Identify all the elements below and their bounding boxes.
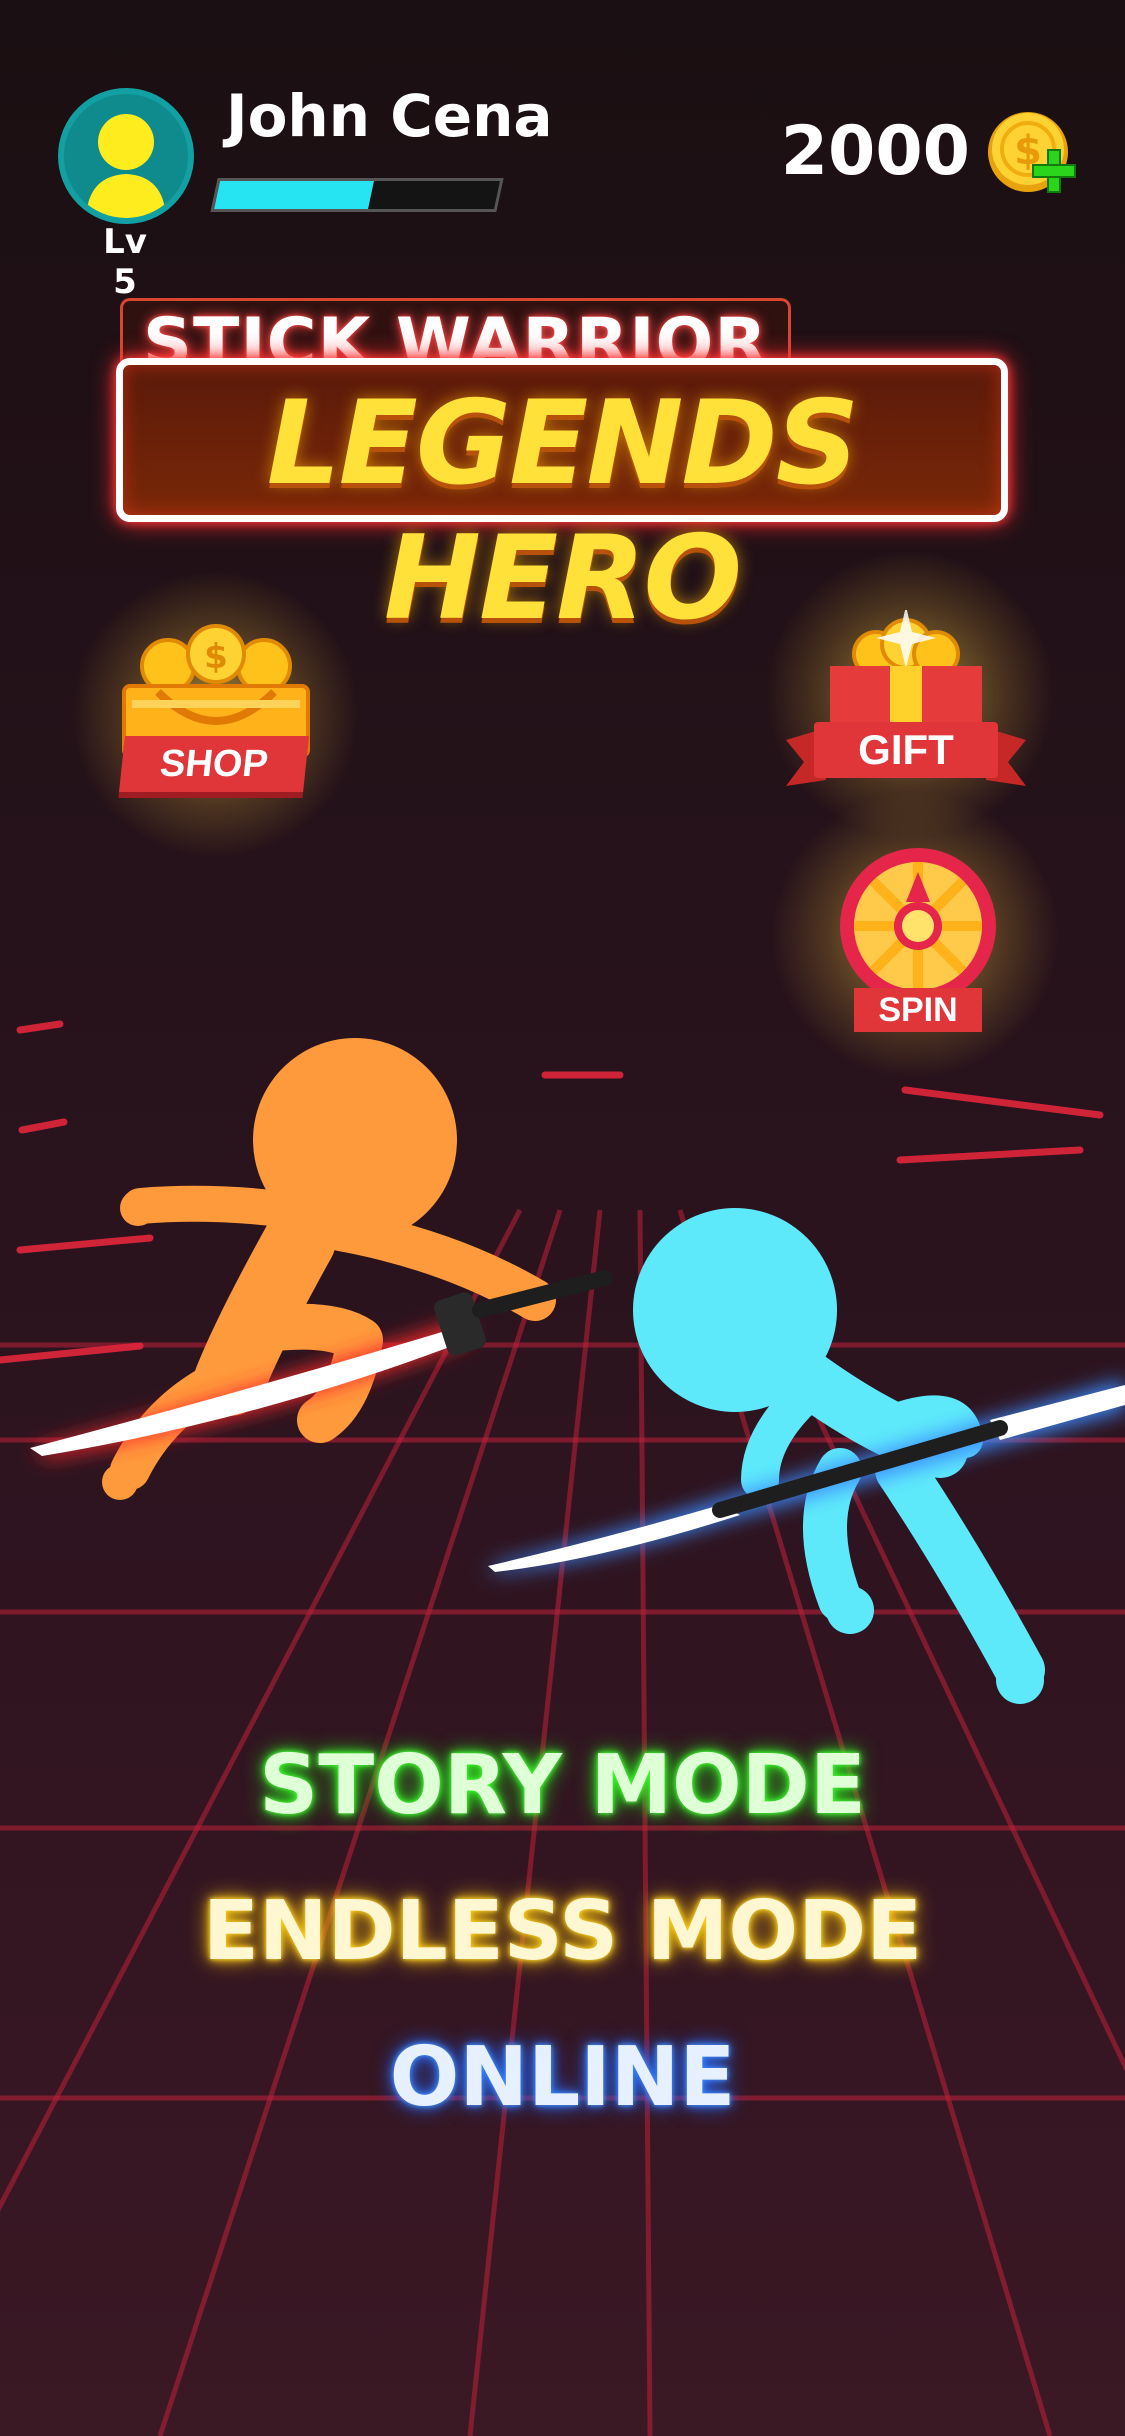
- user-silhouette-icon: [86, 114, 166, 218]
- player-level: Lv 5: [103, 222, 147, 302]
- spin-button[interactable]: SPIN: [838, 846, 998, 1032]
- game-screen: John Cena Lv 5 2000 $ STICK WARRIOR LEGE…: [0, 0, 1125, 2436]
- avatar[interactable]: [58, 88, 194, 224]
- player-name: John Cena: [226, 82, 553, 150]
- coin-balance: 2000: [780, 112, 970, 191]
- xp-progress-fill: [214, 181, 374, 209]
- story-mode-button[interactable]: STORY MODE: [0, 1738, 1125, 1833]
- gift-label: GIFT: [858, 726, 954, 773]
- xp-progress-bar: [210, 178, 504, 212]
- gift-button[interactable]: GIFT: [786, 606, 1026, 790]
- spin-label: SPIN: [854, 988, 982, 1032]
- cyan-stickman: [633, 1208, 1045, 1704]
- endless-mode-button[interactable]: ENDLESS MODE: [0, 1884, 1125, 1979]
- shop-button[interactable]: $ SHOP: [118, 620, 314, 796]
- gold-coin-icon: $: [988, 112, 1076, 193]
- shop-label: SHOP: [119, 736, 309, 792]
- add-coins-button[interactable]: $: [986, 104, 1078, 200]
- svg-text:$: $: [204, 637, 228, 677]
- online-mode-button[interactable]: ONLINE: [0, 2030, 1125, 2125]
